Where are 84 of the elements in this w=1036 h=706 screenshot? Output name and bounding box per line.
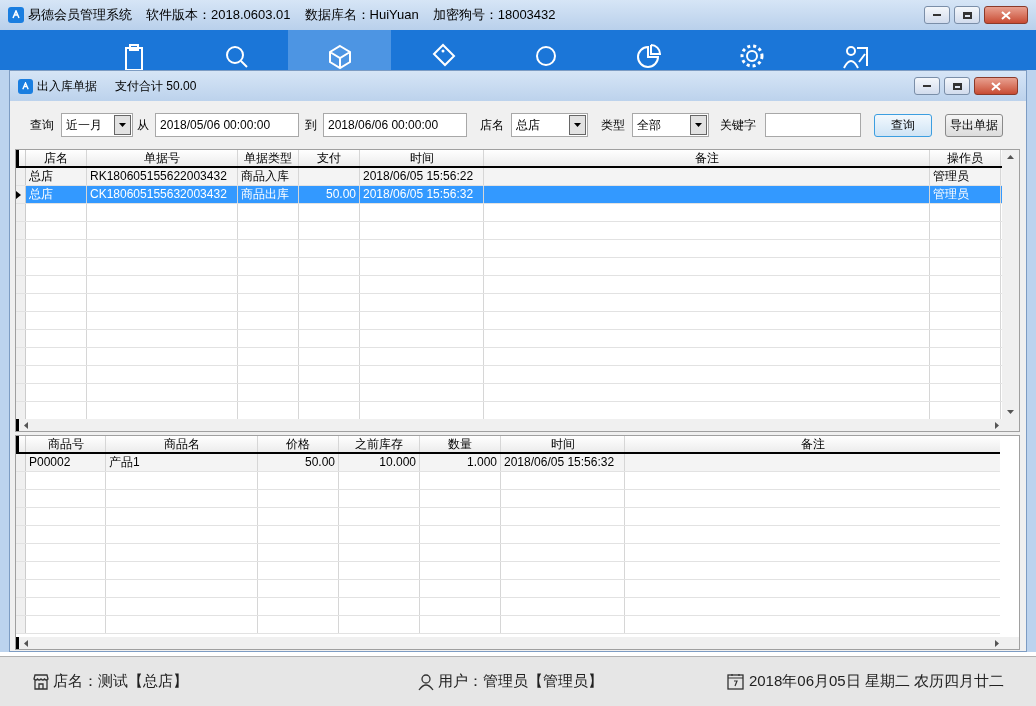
filter-label: 店名 [480, 117, 504, 134]
table-cell: 商品出库 [241, 187, 289, 201]
table-cell: 管理员 [933, 169, 969, 183]
date-status: 2018年06月05日 星期二 农历四月廿二 [748, 671, 1004, 692]
date-field[interactable]: 2018/06/06 00:00:00 [323, 113, 467, 137]
keyword-field[interactable] [765, 113, 861, 137]
horizontal-scrollbar[interactable] [16, 637, 1019, 649]
table-row[interactable]: 总店 RK180605155622003432 商品入库 2018/06/05 15:56:22 管理员 [16, 168, 1002, 186]
row-pointer-icon [16, 190, 21, 199]
table-cell: 1.000 [466, 455, 497, 469]
column-header[interactable]: 备注 [484, 150, 930, 166]
scroll-right-icon[interactable] [995, 639, 999, 647]
dropdown[interactable]: 全部 [632, 113, 709, 137]
filter-label: 关键字 [720, 117, 756, 134]
scroll-left-icon[interactable] [24, 421, 28, 429]
table-cell: 50.00 [304, 455, 335, 469]
column-header[interactable]: 单据类型 [238, 150, 299, 166]
row-header[interactable] [16, 186, 26, 203]
table-cell: CK180605155632003432 [90, 187, 227, 201]
table-cell: 10.000 [379, 455, 416, 469]
table-cell: 2018/06/05 15:56:32 [363, 187, 474, 201]
dropdown[interactable]: 近一月 [61, 113, 133, 137]
close-button[interactable] [984, 6, 1028, 24]
table-cell: 管理员 [933, 187, 969, 201]
column-header[interactable]: 数量 [420, 436, 501, 452]
search-button[interactable]: 查询 [874, 113, 932, 137]
column-header[interactable]: 店名 [26, 150, 87, 166]
table-cell: 产品1 [109, 455, 140, 469]
scroll-up-icon[interactable] [1007, 155, 1014, 159]
maximize-button[interactable] [944, 77, 970, 95]
user-icon [417, 672, 435, 691]
window-title: 易德会员管理系统 [28, 6, 132, 25]
minimize-icon [923, 85, 931, 87]
close-icon [991, 81, 1001, 91]
minimize-button[interactable] [914, 77, 940, 95]
scroll-right-icon[interactable] [995, 421, 999, 429]
table-cell: 总店 [29, 169, 53, 183]
scroll-left-icon[interactable] [24, 639, 28, 647]
maximize-icon [952, 82, 962, 90]
column-header[interactable]: 支付 [299, 150, 360, 166]
column-header[interactable]: 商品名 [106, 436, 258, 452]
column-header[interactable]: 之前库存 [339, 436, 420, 452]
app-logo-icon [8, 7, 24, 23]
payment-total: 支付合计 50.00 [115, 78, 197, 95]
store-icon [32, 672, 50, 691]
table-cell: 2018/06/05 15:56:22 [363, 169, 474, 183]
nav-tab[interactable] [288, 30, 391, 70]
vertical-scrollbar[interactable] [1002, 150, 1019, 419]
column-header[interactable]: 时间 [501, 436, 625, 452]
minimize-button[interactable] [924, 6, 950, 24]
column-header[interactable]: 时间 [360, 150, 484, 166]
calendar-icon [726, 673, 744, 690]
dialog-title: 出入库单据 [37, 78, 97, 95]
table-cell: 2018/06/05 15:56:32 [504, 455, 615, 469]
dialog-logo-icon [18, 78, 33, 94]
database-text: 数据库名：HuiYuan [304, 6, 419, 25]
table-cell: RK180605155622003432 [90, 169, 227, 183]
scroll-down-icon[interactable] [1007, 410, 1014, 414]
maximize-button[interactable] [954, 6, 980, 24]
column-header[interactable]: 操作员 [930, 150, 1001, 166]
version-text: 软件版本：2018.0603.01 [146, 6, 291, 25]
table-cell: 总店 [29, 187, 53, 201]
dongle-text: 加密狗号：18003432 [432, 6, 556, 25]
column-header[interactable]: 单据号 [87, 150, 238, 166]
dropdown[interactable]: 总店 [511, 113, 588, 137]
table-cell: P00002 [29, 455, 71, 469]
minimize-icon [933, 14, 941, 16]
column-header[interactable]: 价格 [258, 436, 339, 452]
filter-label: 类型 [601, 117, 625, 134]
store-status: 店名：测试【总店】 [53, 671, 188, 692]
filter-label: 到 [305, 117, 317, 134]
close-icon [1001, 10, 1011, 20]
pie-chart-icon [634, 42, 663, 70]
filter-label: 从 [137, 117, 149, 134]
close-button[interactable] [974, 77, 1018, 95]
date-field[interactable]: 2018/05/06 00:00:00 [155, 113, 299, 137]
user-status: 用户：管理员【管理员】 [438, 671, 603, 692]
table-cell: 商品入库 [241, 169, 289, 183]
horizontal-scrollbar[interactable] [16, 419, 1019, 431]
export-button[interactable]: 导出单据 [945, 113, 1003, 137]
column-header[interactable]: 商品号 [26, 436, 106, 452]
filter-label: 查询 [30, 117, 54, 134]
maximize-icon [962, 11, 972, 19]
table-cell: 50.00 [325, 187, 356, 201]
